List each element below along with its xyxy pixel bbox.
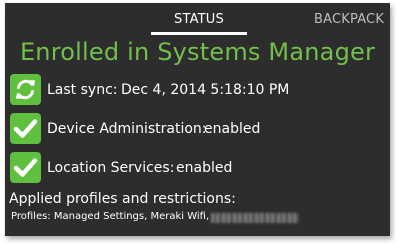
device-administration-value: enabled bbox=[204, 121, 261, 137]
last-sync-value: Dec 4, 2014 5:18:10 PM bbox=[121, 82, 290, 98]
location-services-value: enabled bbox=[176, 160, 233, 176]
tab-bar: STATUS BACKPACK bbox=[5, 3, 390, 36]
tab-status[interactable]: STATUS bbox=[169, 12, 229, 27]
enrollment-status-headline: Enrolled in Systems Manager bbox=[19, 38, 376, 66]
tab-selected-indicator bbox=[151, 32, 247, 35]
redacted-profile-name bbox=[211, 213, 299, 223]
last-sync-label: Last sync: bbox=[47, 82, 118, 98]
location-services-label: Location Services: bbox=[47, 160, 175, 176]
applied-profiles-heading: Applied profiles and restrictions: bbox=[9, 191, 236, 207]
tab-backpack[interactable]: BACKPACK bbox=[314, 12, 384, 27]
sync-icon[interactable] bbox=[10, 74, 41, 105]
device-administration-label: Device Administration: bbox=[47, 121, 207, 137]
profiles-list: Profiles: Managed Settings, Meraki Wifi, bbox=[11, 211, 210, 222]
status-screen: STATUS BACKPACK Enrolled in Systems Mana… bbox=[5, 3, 390, 236]
checkmark-icon bbox=[10, 113, 41, 144]
checkmark-icon bbox=[10, 152, 41, 183]
